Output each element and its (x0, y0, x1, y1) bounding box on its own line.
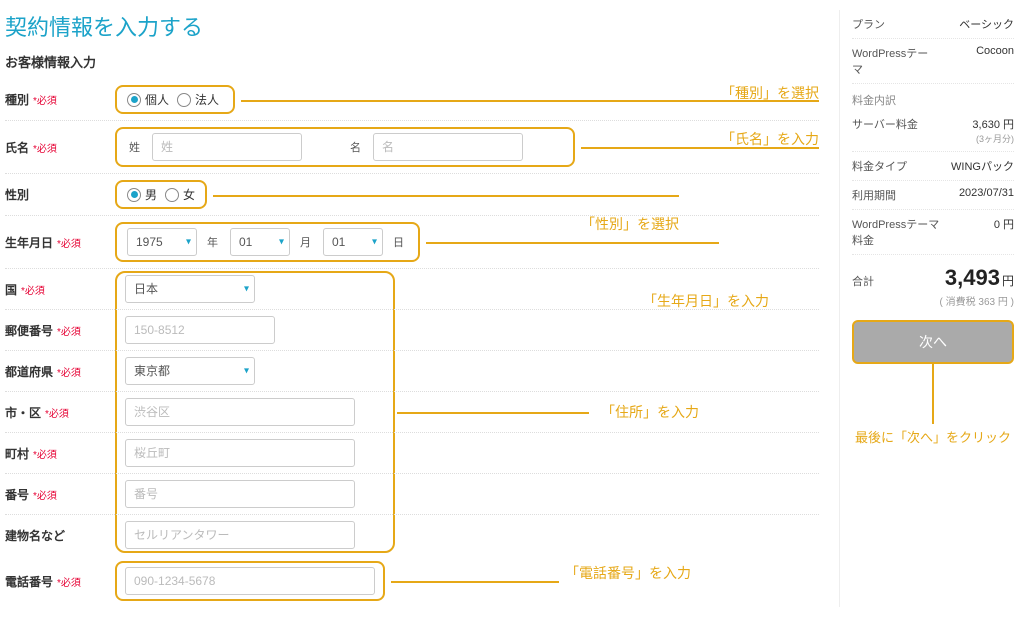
day-unit: 日 (393, 234, 404, 250)
type-value: WINGパック (951, 158, 1014, 174)
plan-value: ベーシック (959, 16, 1014, 32)
label-type: 種別*必須 (5, 91, 115, 108)
type-radio-group: 個人 法人 (115, 85, 235, 114)
sei-label: 姓 (129, 139, 140, 155)
label-gender: 性別 (5, 186, 115, 203)
mei-label: 名 (350, 139, 361, 155)
radio-icon (165, 188, 179, 202)
total-yen: 円 (1002, 274, 1014, 288)
building-input[interactable] (125, 521, 355, 549)
radio-corporate[interactable]: 法人 (177, 91, 219, 108)
radio-icon (127, 93, 141, 107)
callout-line-icon (932, 364, 934, 424)
number-input[interactable] (125, 480, 355, 508)
phone-input[interactable] (125, 567, 375, 595)
callout-next: 最後に「次へ」をクリック (852, 428, 1014, 448)
callout-type: 「種別」を選択 (721, 83, 819, 103)
month-unit: 月 (300, 234, 311, 250)
page-title: 契約情報を入力する (5, 10, 819, 42)
wpfee-label: WordPressテーマ料金 (852, 216, 942, 248)
pref-select[interactable]: 東京都 (125, 357, 255, 385)
phone-box (115, 561, 385, 601)
name-box: 姓 名 (115, 127, 575, 167)
mei-input[interactable] (373, 133, 523, 161)
summary-sidebar: プラン ベーシック WordPressテーマ Cocoon 料金内訳 サーバー料金 3… (839, 10, 1014, 607)
wp-value: Cocoon (976, 45, 1014, 77)
server-sub: (3ヶ月分) (972, 132, 1014, 145)
label-number: 番号*必須 (5, 486, 115, 503)
year-unit: 年 (207, 234, 218, 250)
birth-box: 1975 年 01 月 01 日 (115, 222, 420, 262)
radio-personal[interactable]: 個人 (127, 91, 169, 108)
total-value: 3,493 (945, 265, 1000, 290)
birth-day-select[interactable]: 01 (323, 228, 383, 256)
label-country: 国*必須 (5, 281, 115, 298)
postal-input[interactable] (125, 316, 275, 344)
next-button[interactable]: 次へ (852, 320, 1014, 364)
plan-label: プラン (852, 16, 885, 32)
birth-year-select[interactable]: 1975 (127, 228, 197, 256)
label-phone: 電話番号*必須 (5, 573, 115, 590)
label-town: 町村*必須 (5, 445, 115, 462)
label-name: 氏名*必須 (5, 139, 115, 156)
server-value: 3,630 円 (972, 119, 1014, 131)
section-heading: お客様情報入力 (5, 52, 819, 71)
radio-icon (177, 93, 191, 107)
sei-input[interactable] (152, 133, 302, 161)
tax-note: ( 消費税 363 円 ) (852, 293, 1014, 308)
gender-radio-group: 男 女 (115, 180, 207, 209)
label-birth: 生年月日*必須 (5, 234, 115, 251)
callout-name: 「氏名」を入力 (721, 129, 819, 149)
period-value: 2023/07/31 (959, 187, 1014, 203)
type-label: 料金タイプ (852, 158, 907, 174)
country-select[interactable]: 日本 (125, 275, 255, 303)
label-postal: 郵便番号*必須 (5, 322, 115, 339)
label-city: 市・区*必須 (5, 404, 115, 421)
detail-head: 料金内訳 (852, 92, 1014, 108)
label-building: 建物名など (5, 527, 115, 544)
total-label: 合計 (852, 273, 874, 289)
radio-icon (127, 188, 141, 202)
city-input[interactable] (125, 398, 355, 426)
radio-female[interactable]: 女 (165, 186, 195, 203)
wpfee-value: 0 円 (994, 216, 1014, 248)
town-input[interactable] (125, 439, 355, 467)
wp-label: WordPressテーマ (852, 45, 932, 77)
period-label: 利用期間 (852, 187, 896, 203)
callout-phone: 「電話番号」を入力 (559, 563, 691, 583)
server-label: サーバー料金 (852, 116, 918, 145)
label-pref: 都道府県*必須 (5, 363, 115, 380)
birth-month-select[interactable]: 01 (230, 228, 290, 256)
radio-male[interactable]: 男 (127, 186, 157, 203)
